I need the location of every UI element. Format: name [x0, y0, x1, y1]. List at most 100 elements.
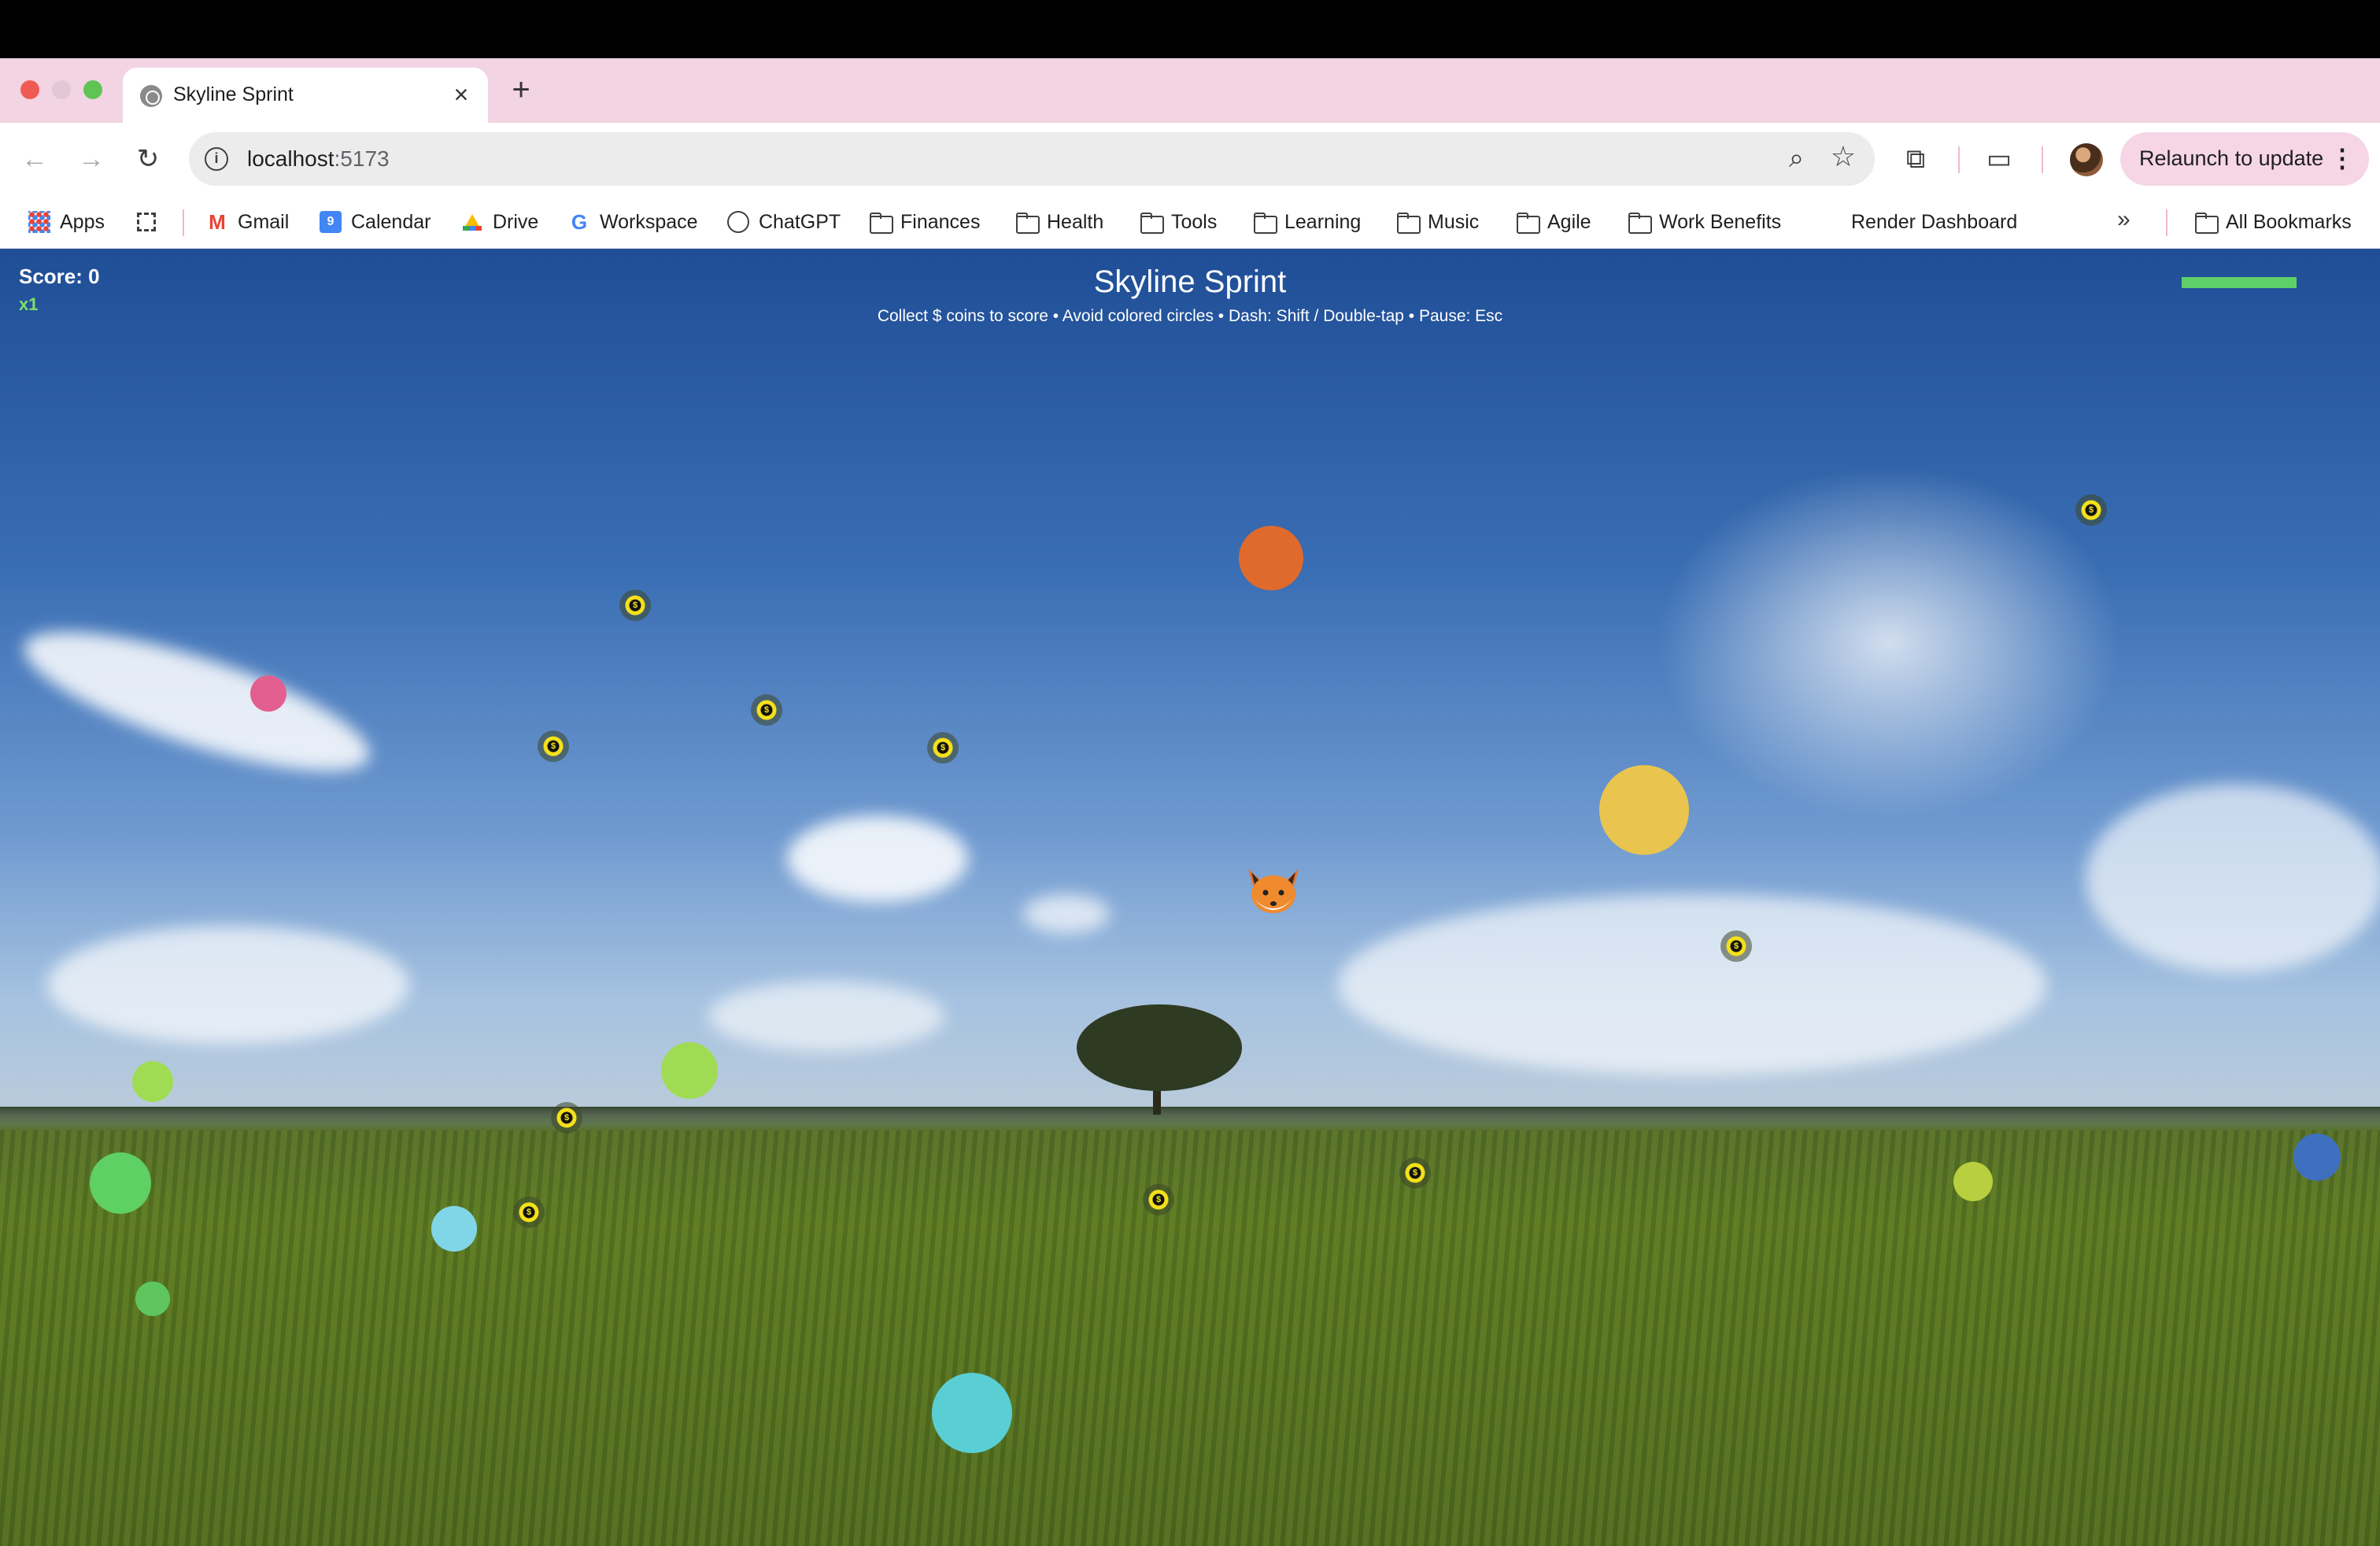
drive-icon	[461, 211, 483, 233]
window-minimize-button[interactable]	[52, 80, 71, 99]
dash-meter	[2182, 277, 2297, 288]
relaunch-label: Relaunch to update	[2139, 146, 2324, 170]
cloud	[2086, 784, 2380, 973]
folder-icon	[1253, 211, 1277, 234]
kebab-menu-icon[interactable]: ⋮	[2330, 143, 2355, 173]
bookmark-gmail[interactable]: M Gmail	[206, 206, 289, 238]
window-close-button[interactable]	[20, 80, 39, 99]
folder-icon	[1140, 211, 1164, 234]
dash-meter-fill	[2182, 277, 2297, 288]
bookmark-label: Apps	[60, 210, 105, 233]
more-bookmarks-chevron-icon[interactable]: »	[2117, 206, 2131, 233]
fox-icon	[1237, 856, 1310, 929]
bookmark-chatgpt[interactable]: ChatGPT	[727, 206, 841, 238]
extensions-icon[interactable]: ⧉	[1895, 139, 1936, 179]
game-instructions: Collect $ coins to score • Avoid colored…	[877, 307, 1503, 325]
bookmark-divider	[2166, 209, 2168, 236]
folder-icon	[1628, 211, 1652, 234]
window-maximize-button[interactable]	[83, 80, 102, 99]
bookmark-render-dashboard[interactable]: Render Dashboard	[1851, 206, 2017, 238]
calendar-icon: 9	[320, 211, 342, 233]
cloud	[708, 981, 944, 1052]
coin: $	[538, 730, 569, 762]
bookmark-folder-agile[interactable]: Agile	[1516, 206, 1591, 238]
game-canvas[interactable]: Score: 0 x1 Skyline Sprint Collect $ coi…	[0, 249, 2380, 1546]
coin: $	[2075, 494, 2107, 526]
bookmark-label: Calendar	[351, 210, 431, 233]
close-icon[interactable]: ×	[447, 79, 475, 110]
bookmark-label: Drive	[493, 210, 539, 233]
bookmark-divider	[183, 209, 184, 236]
bookmark-folder-health[interactable]: Health	[1015, 206, 1103, 238]
obstacle-circle	[1953, 1162, 1993, 1201]
bookmark-grid[interactable]	[135, 206, 167, 238]
address-bar[interactable]: i localhost:5173 ⌕ ☆	[189, 132, 1875, 186]
coin: $	[751, 694, 782, 726]
bookmark-label: ChatGPT	[759, 210, 841, 233]
bookmark-label: Health	[1047, 210, 1104, 233]
site-info-icon[interactable]: i	[205, 147, 228, 171]
bookmark-all-bookmarks[interactable]: All Bookmarks	[2194, 206, 2352, 238]
bookmark-drive[interactable]: Drive	[461, 206, 538, 238]
bookmark-star-icon[interactable]: ☆	[1831, 140, 1856, 173]
profile-avatar[interactable]	[2070, 143, 2103, 176]
cloud	[47, 926, 409, 1044]
gmail-icon: M	[209, 210, 226, 234]
bookmark-folder-work-benefits[interactable]: Work Benefits	[1628, 206, 1781, 238]
tab-skyline-sprint[interactable]: Skyline Sprint ×	[123, 68, 488, 124]
apps-grid-icon	[28, 211, 50, 233]
bookmark-label: Tools	[1171, 210, 1218, 233]
obstacle-circle	[135, 1282, 170, 1316]
new-tab-button[interactable]: +	[504, 72, 538, 107]
bookmark-label: Learning	[1284, 210, 1362, 233]
obstacle-circle	[431, 1206, 477, 1252]
bookmark-workspace[interactable]: G Workspace	[568, 206, 698, 238]
url-text[interactable]: localhost:5173	[247, 146, 390, 172]
cloud	[11, 604, 382, 799]
zoom-icon[interactable]: ⌕	[1789, 143, 1804, 174]
bookmark-label: Workspace	[600, 210, 698, 233]
obstacle-circle	[932, 1373, 1012, 1453]
chatgpt-icon	[727, 211, 749, 233]
reload-button[interactable]: ↻	[131, 142, 165, 176]
bookmark-label: Render Dashboard	[1851, 210, 2018, 233]
coin: $	[1720, 930, 1752, 962]
obstacle-circle	[90, 1152, 151, 1214]
coin: $	[513, 1196, 545, 1228]
cloud	[1023, 894, 1110, 934]
bookmark-folder-learning[interactable]: Learning	[1253, 206, 1361, 238]
url-port: :5173	[334, 146, 390, 171]
screen-top-bar	[0, 0, 2380, 58]
toolbar-divider	[2042, 146, 2043, 173]
coin: $	[1399, 1157, 1431, 1189]
obstacle-circle	[661, 1042, 718, 1099]
tab-search-icon[interactable]: ▭	[1979, 139, 2020, 179]
globe-icon	[140, 85, 162, 107]
bookmark-label: Work Benefits	[1659, 210, 1782, 233]
bookmarks-bar: Apps M Gmail 9 Calendar Drive G Workspace C…	[0, 195, 2380, 249]
game-title: Skyline Sprint	[1093, 264, 1287, 299]
bookmark-folder-music[interactable]: Music	[1396, 206, 1479, 238]
bookmark-label: Music	[1428, 210, 1480, 233]
url-host: localhost	[247, 146, 334, 171]
folder-icon	[2194, 211, 2219, 234]
bookmark-calendar[interactable]: 9 Calendar	[320, 206, 431, 238]
bookmark-folder-finances[interactable]: Finances	[869, 206, 980, 238]
tree-crown	[1077, 1004, 1242, 1091]
fox-icon-graphic	[1248, 869, 1299, 913]
bookmark-folder-tools[interactable]: Tools	[1140, 206, 1217, 238]
coin: $	[619, 590, 651, 621]
google-icon: G	[571, 210, 588, 234]
cloud	[787, 816, 968, 902]
obstacle-circle	[132, 1061, 173, 1102]
relaunch-to-update-button[interactable]: Relaunch to update ⋮	[2120, 132, 2369, 186]
bookmark-label: Gmail	[238, 210, 290, 233]
coin: $	[551, 1102, 582, 1134]
treeline	[0, 1107, 2380, 1130]
bookmark-label: Finances	[900, 210, 981, 233]
bookmark-apps[interactable]: Apps	[28, 206, 105, 238]
forward-button[interactable]: →	[74, 142, 109, 176]
folder-icon	[869, 211, 893, 234]
back-button[interactable]: ←	[17, 142, 52, 176]
cloud	[1338, 894, 2046, 1075]
